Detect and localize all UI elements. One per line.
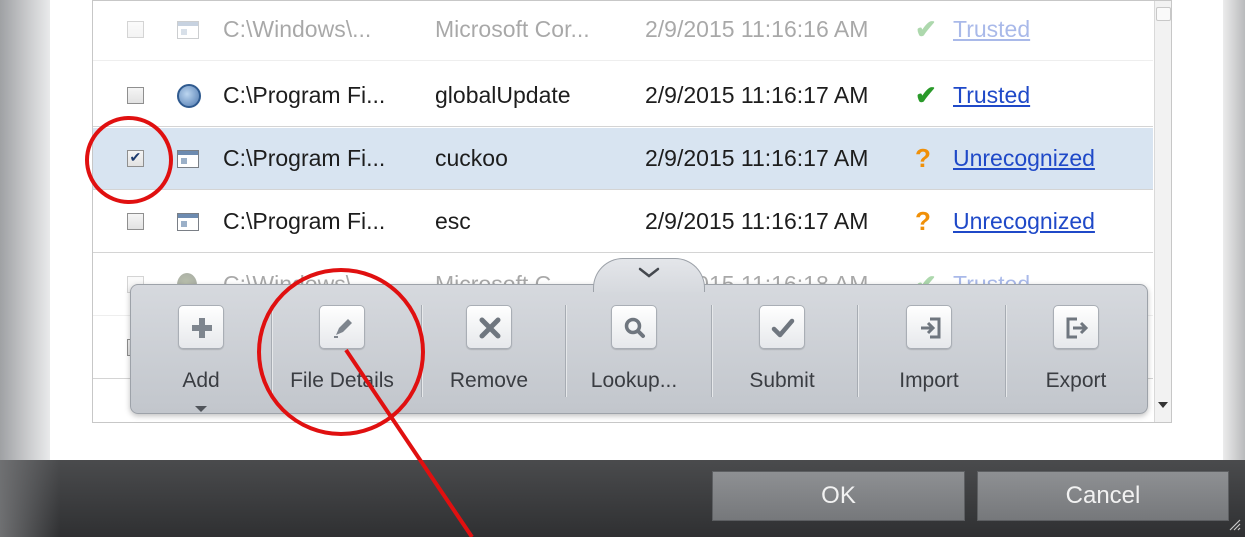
app-window-icon: [177, 149, 199, 168]
remove-button[interactable]: Remove: [419, 285, 559, 415]
row-checkbox-checked[interactable]: [126, 149, 144, 167]
file-vendor: esc: [435, 208, 471, 234]
add-label: Add: [182, 369, 220, 392]
file-path: C:\Program Fi...: [223, 145, 386, 171]
window-frame-right: [1223, 0, 1245, 460]
table-row[interactable]: C:\Program Fi... globalUpdate 2/9/2015 1…: [93, 65, 1153, 127]
status-link[interactable]: Unrecognized: [953, 145, 1095, 172]
ok-button[interactable]: OK: [712, 471, 965, 521]
question-icon: ?: [915, 206, 931, 236]
checkmark-icon: [771, 318, 795, 338]
file-details-label: File Details: [290, 369, 394, 392]
dropdown-arrow-icon[interactable]: [195, 406, 207, 412]
question-icon: ?: [915, 143, 931, 173]
file-date: 2/9/2015 11:16:17 AM: [645, 82, 869, 108]
remove-button-face[interactable]: [466, 305, 512, 349]
status-link[interactable]: Unrecognized: [953, 208, 1095, 235]
table-row[interactable]: C:\Program Fi... esc 2/9/2015 11:16:17 A…: [93, 191, 1153, 253]
file-path: C:\Program Fi...: [223, 82, 386, 108]
footer-shade: [0, 460, 60, 537]
scroll-thumb[interactable]: [1156, 7, 1171, 21]
file-date: 2/9/2015 11:16:16 AM: [645, 16, 869, 42]
import-icon: [921, 317, 941, 339]
file-path: C:\Program Fi...: [223, 208, 386, 234]
file-vendor: Microsoft Cor...: [435, 16, 590, 42]
file-vendor: cuckoo: [435, 145, 508, 171]
app-window-icon: [177, 212, 199, 231]
vertical-scrollbar[interactable]: [1154, 1, 1171, 422]
submit-button[interactable]: Submit: [712, 285, 852, 415]
app-window-icon: [177, 20, 199, 39]
import-button[interactable]: Import: [859, 285, 999, 415]
file-path: C:\Windows\...: [223, 16, 372, 42]
export-icon: [1066, 317, 1089, 339]
lookup-button-face[interactable]: [611, 305, 657, 349]
export-label: Export: [1045, 369, 1107, 392]
check-icon: ✔: [915, 14, 937, 44]
toolbar-divider: [857, 305, 858, 397]
file-date: 2/9/2015 11:16:17 AM: [645, 208, 869, 234]
update-icon: [177, 83, 201, 108]
status-link[interactable]: Trusted: [953, 16, 1030, 43]
status-link[interactable]: Trusted: [953, 82, 1030, 109]
row-checkbox[interactable]: [126, 21, 144, 38]
action-toolbar: Add File Details Remove Lookup... Submit: [130, 258, 1148, 415]
export-button[interactable]: Export: [1006, 285, 1146, 415]
import-label: Import: [899, 369, 959, 392]
window-frame-left: [0, 0, 50, 460]
lookup-label: Lookup...: [590, 369, 678, 392]
row-checkbox[interactable]: [126, 213, 144, 230]
chevron-down-icon: [638, 267, 660, 278]
table-row[interactable]: C:\Windows\... Microsoft Cor... 2/9/2015…: [93, 1, 1153, 61]
edit-pencil-icon: [334, 319, 352, 338]
file-vendor: globalUpdate: [435, 82, 571, 108]
table-row-selected[interactable]: C:\Program Fi... cuckoo 2/9/2015 11:16:1…: [93, 128, 1153, 190]
cancel-button[interactable]: Cancel: [977, 471, 1229, 521]
submit-button-face[interactable]: [759, 305, 805, 349]
add-button-face[interactable]: [178, 305, 224, 349]
close-icon: [479, 317, 501, 339]
add-button[interactable]: Add: [131, 285, 271, 415]
remove-label: Remove: [449, 369, 529, 392]
export-button-face[interactable]: [1053, 305, 1099, 349]
import-button-face[interactable]: [906, 305, 952, 349]
row-checkbox[interactable]: [126, 87, 144, 104]
plus-icon: [192, 318, 212, 338]
file-details-button-face[interactable]: [319, 305, 365, 349]
file-details-button[interactable]: File Details: [272, 285, 412, 415]
lookup-button[interactable]: Lookup...: [564, 285, 704, 415]
file-date: 2/9/2015 11:16:17 AM: [645, 145, 869, 171]
resize-grip-icon[interactable]: [1227, 517, 1241, 531]
submit-label: Submit: [749, 369, 815, 392]
check-icon: ✔: [915, 80, 937, 110]
scroll-down-arrow-icon[interactable]: [1158, 402, 1168, 408]
search-icon: [624, 317, 645, 338]
